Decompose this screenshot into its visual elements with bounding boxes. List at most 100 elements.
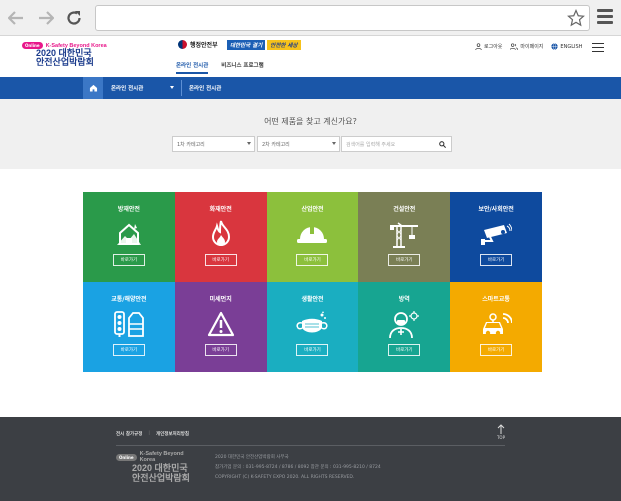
ministry-name: 행정안전부 <box>190 42 218 49</box>
fire-icon <box>204 219 238 249</box>
category-tile-fire[interactable]: 화재안전 바로가기 <box>174 192 267 282</box>
reload-button[interactable] <box>64 8 84 28</box>
category-tile-industrial[interactable]: 산업안전 바로가기 <box>266 192 359 282</box>
go-button[interactable]: 바로가기 <box>296 254 329 266</box>
search-input[interactable]: 검색어를 입력해 주세요 <box>341 136 452 152</box>
footer-logo-line2: 안전산업박람회 <box>132 473 190 483</box>
category-title: 미세먼지 <box>209 296 232 303</box>
category-title: 화재안전 <box>209 206 232 213</box>
home-icon <box>89 84 97 92</box>
footer-logo: Online K-Safety Beyond Korea 2020 대한민국 안… <box>116 451 191 483</box>
scroll-top-button[interactable]: TOP <box>494 424 508 440</box>
globe-icon <box>551 43 559 50</box>
subnav-divider <box>181 80 182 96</box>
nav-business-program[interactable]: 비즈니스 프로그램 <box>221 61 263 74</box>
go-button[interactable]: 바로가기 <box>388 254 421 266</box>
utility-menu: 로그아웃 마이페이지 ENGLISH <box>475 43 582 50</box>
go-button[interactable]: 바로가기 <box>112 254 145 266</box>
subnav-depth1[interactable]: 온라인 전시관 <box>111 77 143 99</box>
traffic-light-icon <box>112 309 146 339</box>
category1-select[interactable]: 1차 카테고리 <box>172 136 255 152</box>
main-nav: 온라인 전시관 비즈니스 프로그램 <box>176 61 264 74</box>
footer-online-badge: Online <box>116 453 137 461</box>
category-tile-fine-dust[interactable]: 미세먼지 바로가기 <box>174 282 267 372</box>
sub-navigation: 온라인 전시관 온라인 전시관 <box>0 77 621 99</box>
footer-link-privacy[interactable]: 개인정보처리방침 <box>156 431 189 437</box>
go-button[interactable]: 바로가기 <box>480 344 513 356</box>
arrow-right-icon <box>39 11 54 25</box>
footer-logo-subtitle: K-Safety Beyond Korea <box>139 451 184 463</box>
reload-icon <box>67 11 81 25</box>
footer-organizer: 2020 대한민국 안전산업박람회 사무국 <box>215 455 289 460</box>
hamburger-menu-icon[interactable] <box>592 43 604 55</box>
slogan-part2: 안전한 세상 <box>267 39 301 50</box>
footer-copyright: COPYRIGHT (C) K-SAFETY EXPO 2020. ALL RI… <box>215 475 355 480</box>
users-icon <box>510 43 519 50</box>
nav-online-exhibition[interactable]: 온라인 전시관 <box>176 61 209 74</box>
category-title: 방역 <box>398 296 410 303</box>
mypage-link[interactable]: 마이페이지 <box>510 43 543 50</box>
category-title: 방재안전 <box>117 206 140 213</box>
footer-info: 2020 대한민국 안전산업박람회 사무국 참가기업 문의 : 031-995-… <box>215 453 381 483</box>
browser-toolbar <box>0 0 621 36</box>
go-button[interactable]: 바로가기 <box>112 344 145 356</box>
category-title: 산업안전 <box>301 206 324 213</box>
slogan-banner: 대한민국 결기 안전한 세상 <box>227 38 301 51</box>
category-title: 건설안전 <box>393 206 416 213</box>
footer-link-rules[interactable]: 전시 참가규정 <box>116 431 142 437</box>
category-tile-security[interactable]: 보안/사회안전 바로가기 <box>450 192 542 282</box>
browser-menu-button[interactable] <box>597 9 613 25</box>
category-tile-disaster[interactable]: 방재안전 바로가기 <box>83 192 175 282</box>
category-tile-smart-traffic[interactable]: 스마트교통 바로가기 <box>450 282 542 372</box>
site-header: Online K-Safety Beyond Korea 2020 대한민국 안… <box>0 36 621 76</box>
smart-car-icon <box>479 309 513 339</box>
category-tile-traffic[interactable]: 교통/해양안전 바로가기 <box>83 282 175 372</box>
footer-logo-line1: 2020 대한민국 <box>132 463 188 473</box>
go-button[interactable]: 바로가기 <box>388 344 421 356</box>
category2-select[interactable]: 2차 카테고리 <box>257 136 340 152</box>
site-logo[interactable]: Online K-Safety Beyond Korea 2020 대한민국 안… <box>22 42 132 72</box>
chevron-down-icon <box>332 142 336 145</box>
search-title: 어떤 제품을 찾고 계신가요? <box>264 117 357 126</box>
hardhat-icon <box>295 219 329 249</box>
category-tile-quarantine[interactable]: 방역 바로가기 <box>358 282 451 372</box>
site-footer: 전시 참가규정 | 개인정보처리방침 TOP Online K-Safety B… <box>0 417 621 501</box>
go-button[interactable]: 바로가기 <box>204 254 237 266</box>
ministry-logo[interactable]: 행정안전부 <box>178 40 218 49</box>
category-tile-life[interactable]: 생활안전 바로가기 <box>266 282 359 372</box>
slogan-part1: 대한민국 결기 <box>227 39 266 50</box>
arrow-up-icon <box>497 424 505 434</box>
go-button[interactable]: 바로가기 <box>480 254 513 266</box>
category-title: 교통/해양안전 <box>111 296 147 303</box>
top-label: TOP <box>496 435 505 440</box>
category-title: 스마트교통 <box>482 296 510 303</box>
footer-links: 전시 참가규정 | 개인정보처리방침 <box>116 431 190 437</box>
taeguk-emblem-icon <box>178 40 187 49</box>
go-button[interactable]: 바로가기 <box>296 344 329 356</box>
house-damage-icon <box>112 219 146 249</box>
english-link[interactable]: ENGLISH <box>551 43 582 50</box>
user-icon <box>475 43 482 50</box>
logo-line2: 안전산업박람회 <box>36 57 94 67</box>
category-title: 보안/사회안전 <box>478 206 514 213</box>
search-icon[interactable] <box>439 141 446 148</box>
back-button[interactable] <box>6 8 26 28</box>
url-bar[interactable] <box>95 5 590 31</box>
dropdown-arrow-icon[interactable] <box>170 86 174 89</box>
category-tile-construction[interactable]: 건설안전 바로가기 <box>358 192 451 282</box>
footer-divider <box>116 445 505 446</box>
footer-contact: 참가기업 문의 : 031-995-8724 / 8786 / 8092 참관 … <box>215 465 381 470</box>
warning-icon <box>204 309 238 339</box>
category-grid: 방재안전 바로가기 화재안전 바로가기 산업안전 바로가기 건설안전 바로가기 … <box>83 192 542 372</box>
search-section: 어떤 제품을 찾고 계신가요? 1차 카테고리 2차 카테고리 검색어를 입력해… <box>0 99 621 169</box>
doctor-icon <box>387 309 421 339</box>
arrow-left-icon <box>8 11 23 25</box>
go-button[interactable]: 바로가기 <box>204 344 237 356</box>
forward-button[interactable] <box>36 8 56 28</box>
home-button[interactable] <box>83 77 103 99</box>
mask-icon <box>295 309 329 339</box>
logout-link[interactable]: 로그아웃 <box>475 43 502 50</box>
cctv-icon <box>479 219 513 249</box>
bookmark-star-icon[interactable] <box>567 9 585 27</box>
subnav-depth2[interactable]: 온라인 전시관 <box>189 77 221 99</box>
